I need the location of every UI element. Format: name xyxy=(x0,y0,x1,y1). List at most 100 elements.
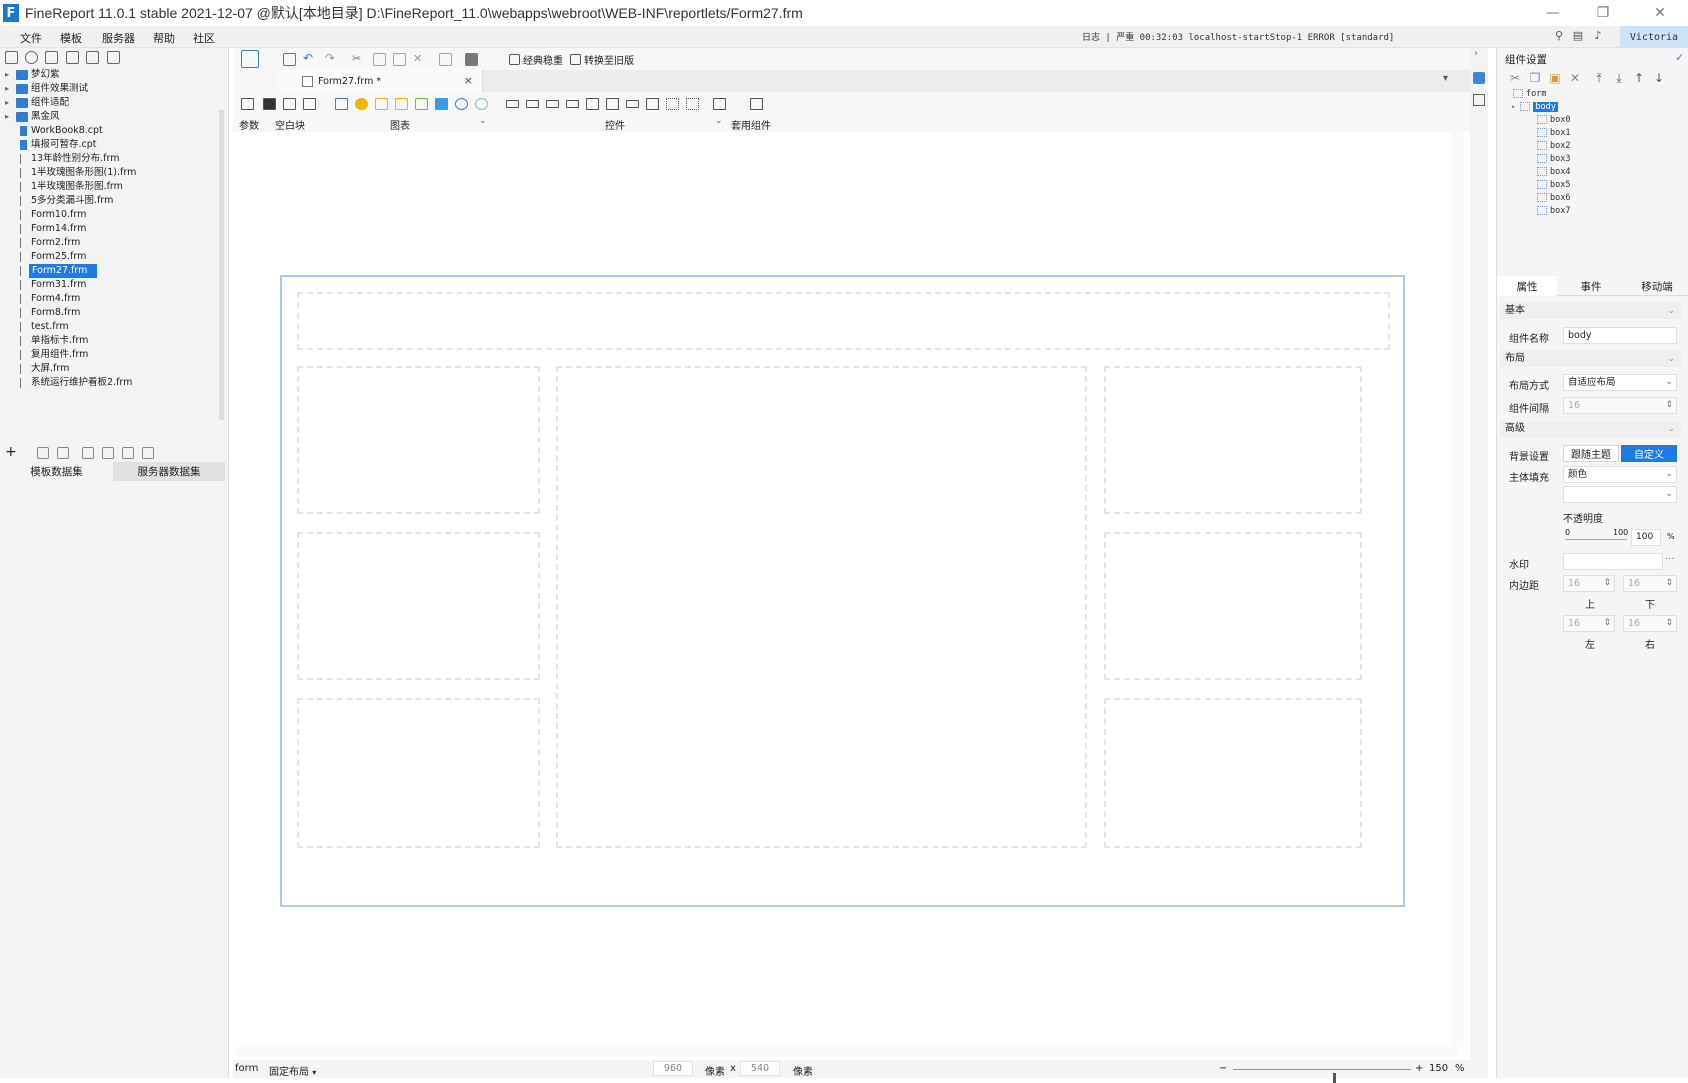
menu-template[interactable]: 模板 xyxy=(60,30,82,46)
box-left-1[interactable] xyxy=(297,366,540,514)
zoom-in-button[interactable]: + xyxy=(1415,1063,1423,1074)
tree-file[interactable]: 13年龄性别分布.frm xyxy=(0,152,222,166)
tab-server-dataset[interactable]: 服务器数据集 xyxy=(113,462,225,481)
search-icon[interactable]: ⚲ xyxy=(1553,30,1565,42)
zoom-slider[interactable] xyxy=(1233,1069,1411,1083)
tree-file[interactable]: 填报可暂存.cpt xyxy=(0,138,222,152)
canvas-horizontal-scrollbar[interactable] xyxy=(233,1047,1458,1057)
move-top-icon[interactable]: ⤒ xyxy=(1593,72,1605,84)
gauge-chart-icon[interactable] xyxy=(455,98,468,110)
zoom-out-button[interactable]: − xyxy=(1219,1063,1227,1074)
designer-mode-icon[interactable] xyxy=(241,50,259,68)
box-header[interactable] xyxy=(297,292,1390,350)
color-picker[interactable]: ⌄ xyxy=(1563,486,1677,503)
classic-theme-button[interactable]: 经典稳重 xyxy=(509,51,563,67)
tree-file[interactable]: Form2.frm xyxy=(0,236,222,250)
tree-folder[interactable]: ▸ 组件适配 xyxy=(0,96,222,110)
redo-icon[interactable]: ↷ xyxy=(325,52,338,66)
tree-folder[interactable]: ▸ 梦幻紫 xyxy=(0,68,222,82)
box-right-3[interactable] xyxy=(1104,698,1362,848)
tree-file[interactable]: Form10.frm xyxy=(0,208,222,222)
zoom-value[interactable]: 150 xyxy=(1429,1063,1448,1074)
line-chart-icon[interactable] xyxy=(415,98,428,110)
close-tab-icon[interactable]: × xyxy=(464,74,473,87)
bar-chart-icon[interactable] xyxy=(375,98,388,110)
open-icon[interactable] xyxy=(45,51,58,64)
preview-icon[interactable] xyxy=(102,447,114,459)
new-folder-icon[interactable] xyxy=(5,51,18,64)
box-left-2[interactable] xyxy=(297,532,540,680)
tree-node-box[interactable]: box1 xyxy=(1537,127,1570,139)
tree-scrollbar[interactable] xyxy=(219,110,224,420)
db-icon[interactable] xyxy=(122,447,134,459)
tab-template-dataset[interactable]: 模板数据集 xyxy=(0,462,113,481)
tree-folder[interactable]: ▸ 黑金风 xyxy=(0,110,222,124)
tree-folder[interactable]: ▸ 组件效果测试 xyxy=(0,82,222,96)
edit-icon[interactable] xyxy=(37,447,49,459)
tree-node-form[interactable]: form xyxy=(1513,88,1546,100)
tree-file[interactable]: 1半玫瑰图条形图(1).frm xyxy=(0,166,222,180)
tree-node-box[interactable]: box5 xyxy=(1537,179,1570,191)
component-name-input[interactable]: body xyxy=(1563,327,1677,344)
checkbox-group-icon[interactable] xyxy=(686,98,699,110)
number-widget-icon[interactable] xyxy=(546,100,559,108)
delete-dataset-icon[interactable] xyxy=(57,447,69,459)
tab-menu-icon[interactable]: ▾ xyxy=(1443,73,1448,84)
paste-component-icon[interactable]: ▣ xyxy=(1549,72,1561,84)
pin-icon[interactable]: ✓ xyxy=(1675,51,1684,64)
tree-file[interactable]: Form4.frm xyxy=(0,292,222,306)
chart-table-icon[interactable] xyxy=(335,98,348,110)
copy-icon[interactable] xyxy=(107,51,120,64)
hbar-chart-icon[interactable] xyxy=(395,98,408,110)
section-basic[interactable]: 基本 ⌄ xyxy=(1501,303,1681,319)
menu-file[interactable]: 文件 xyxy=(20,30,42,46)
tab-block-icon[interactable] xyxy=(283,98,296,110)
box-center[interactable] xyxy=(556,366,1087,848)
button-widget-icon[interactable] xyxy=(626,100,639,108)
tree-file[interactable]: test.frm xyxy=(0,320,222,334)
bell-icon[interactable]: ♪ xyxy=(1592,30,1604,42)
user-name[interactable]: Victoria xyxy=(1620,26,1688,48)
save-icon[interactable] xyxy=(283,53,296,66)
tree-file-selected[interactable]: Form27.frm xyxy=(0,264,222,278)
component-settings-icon[interactable] xyxy=(1473,72,1485,84)
paste-icon[interactable] xyxy=(393,53,406,66)
height-input[interactable]: 540 xyxy=(740,1061,780,1076)
component-library-icon[interactable] xyxy=(1473,94,1485,106)
tree-file[interactable]: Form14.frm xyxy=(0,222,222,236)
delete-component-icon[interactable]: ✕ xyxy=(1569,72,1581,84)
canvas-vertical-scrollbar[interactable] xyxy=(1452,132,1464,1047)
form-body[interactable] xyxy=(280,275,1405,907)
label-widget-icon[interactable] xyxy=(506,100,519,108)
radar-chart-icon[interactable] xyxy=(475,98,488,110)
tree-node-box[interactable]: box6 xyxy=(1537,192,1570,204)
undo-icon[interactable]: ↶ xyxy=(303,52,316,66)
tab-mobile[interactable]: 移动端 xyxy=(1625,276,1688,296)
search-widget-icon[interactable] xyxy=(713,98,726,110)
tree-file[interactable]: 大屏.frm xyxy=(0,362,222,376)
blank-block-icon[interactable] xyxy=(263,98,276,110)
move-down-icon[interactable]: ↓ xyxy=(1653,72,1665,84)
tree-file[interactable]: 系统运行维护看板2.frm xyxy=(0,376,222,390)
tree-file[interactable]: Form8.frm xyxy=(0,306,222,320)
tree-node-box[interactable]: box0 xyxy=(1537,114,1570,126)
menu-server[interactable]: 服务器 xyxy=(102,30,135,46)
doc-icon[interactable]: ▤ xyxy=(1572,30,1584,42)
bg-follow-theme-button[interactable]: 跟随主题 xyxy=(1563,445,1619,462)
box-right-1[interactable] xyxy=(1104,366,1362,514)
chart-expand-icon[interactable]: ⌄ xyxy=(479,116,487,126)
tab-properties[interactable]: 属性 xyxy=(1497,276,1557,296)
cut-component-icon[interactable]: ✂ xyxy=(1509,72,1521,84)
menu-help[interactable]: 帮助 xyxy=(153,30,175,46)
opacity-input[interactable]: 100 xyxy=(1631,529,1661,546)
area-chart-icon[interactable] xyxy=(435,98,448,110)
set-component-icon[interactable] xyxy=(750,98,763,110)
padding-left-input[interactable]: 16 ⇕ xyxy=(1563,615,1615,632)
table-block-icon[interactable] xyxy=(303,98,316,110)
tree-file[interactable]: WorkBook8.cpt xyxy=(0,124,222,138)
close-window-button[interactable]: ✕ xyxy=(1637,0,1683,26)
switch-old-version-button[interactable]: 转换至旧版 xyxy=(570,51,634,67)
widget-expand-icon[interactable]: ⌄ xyxy=(715,116,723,126)
layout-mode-select[interactable]: 自适应布局 ⌄ xyxy=(1563,374,1677,391)
delete-icon[interactable] xyxy=(86,51,99,64)
